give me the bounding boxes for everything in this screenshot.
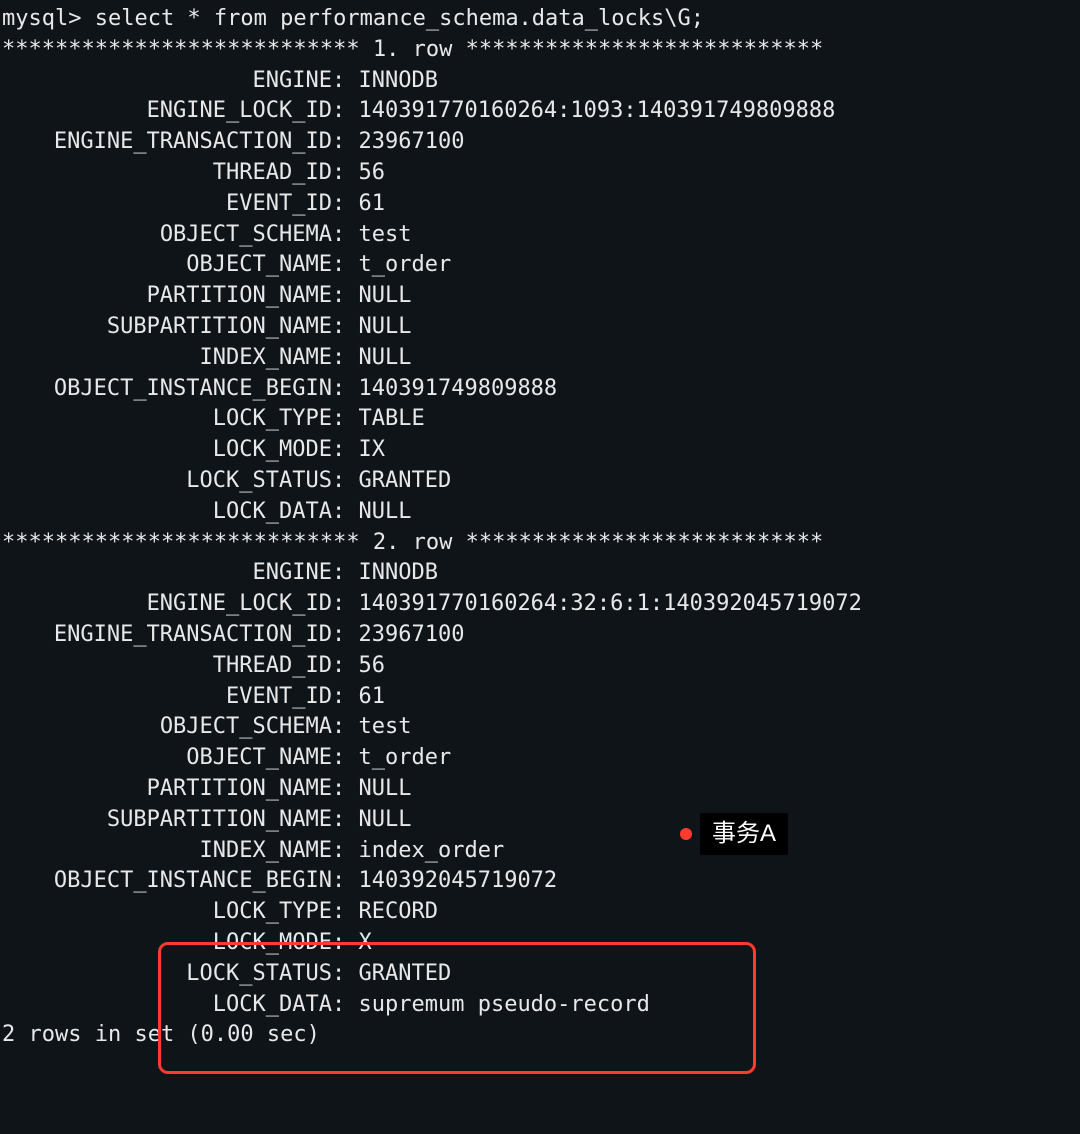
field-label: LOCK_STATUS: [2, 959, 332, 990]
field-label: OBJECT_NAME: [2, 743, 332, 774]
field-value: 140392045719072: [359, 868, 558, 893]
field-label: ENGINE_LOCK_ID: [2, 96, 332, 127]
field-label: LOCK_DATA: [2, 497, 332, 528]
table-row: ENGINE: INNODB: [2, 66, 1078, 97]
table-row: EVENT_ID: 61: [2, 189, 1078, 220]
field-value: GRANTED: [359, 468, 452, 493]
field-value: 140391749809888: [359, 376, 558, 401]
table-row: LOCK_TYPE: TABLE: [2, 404, 1078, 435]
field-label: SUBPARTITION_NAME: [2, 312, 332, 343]
field-label: INDEX_NAME: [2, 343, 332, 374]
row-separator-1: *************************** 1. row *****…: [2, 35, 1078, 66]
table-row: LOCK_DATA: NULL: [2, 497, 1078, 528]
table-row: OBJECT_SCHEMA: test: [2, 712, 1078, 743]
field-value: t_order: [359, 745, 452, 770]
field-value: 23967100: [359, 129, 465, 154]
field-value: NULL: [359, 283, 412, 308]
table-row: SUBPARTITION_NAME: NULL: [2, 805, 1078, 836]
field-value: 23967100: [359, 622, 465, 647]
field-value: NULL: [359, 776, 412, 801]
field-value: RECORD: [359, 899, 438, 924]
field-label: LOCK_TYPE: [2, 897, 332, 928]
field-label: OBJECT_NAME: [2, 250, 332, 281]
field-label: LOCK_DATA: [2, 990, 332, 1021]
field-label: OBJECT_INSTANCE_BEGIN: [2, 374, 332, 405]
field-value: index_order: [359, 838, 505, 863]
annotation-label: 事务A: [700, 813, 788, 855]
table-row: INDEX_NAME: index_order: [2, 836, 1078, 867]
field-label: ENGINE: [2, 66, 332, 97]
table-row: LOCK_TYPE: RECORD: [2, 897, 1078, 928]
table-row: OBJECT_NAME: t_order: [2, 250, 1078, 281]
table-row: LOCK_MODE: X: [2, 928, 1078, 959]
field-label: EVENT_ID: [2, 189, 332, 220]
field-label: INDEX_NAME: [2, 836, 332, 867]
field-value: X: [359, 930, 372, 955]
field-value: INNODB: [359, 68, 438, 93]
field-value: IX: [359, 437, 386, 462]
field-value: NULL: [359, 499, 412, 524]
field-value: 56: [359, 160, 386, 185]
table-row: OBJECT_SCHEMA: test: [2, 220, 1078, 251]
result-summary: 2 rows in set (0.00 sec): [2, 1020, 1078, 1051]
table-row: PARTITION_NAME: NULL: [2, 281, 1078, 312]
field-label: ENGINE: [2, 558, 332, 589]
table-row: OBJECT_NAME: t_order: [2, 743, 1078, 774]
table-row: THREAD_ID: 56: [2, 651, 1078, 682]
field-label: LOCK_MODE: [2, 435, 332, 466]
table-row: PARTITION_NAME: NULL: [2, 774, 1078, 805]
field-label: LOCK_TYPE: [2, 404, 332, 435]
field-value: 140391770160264:32:6:1:140392045719072: [359, 591, 862, 616]
field-value: TABLE: [359, 406, 425, 431]
table-row: LOCK_STATUS: GRANTED: [2, 466, 1078, 497]
table-row: ENGINE_TRANSACTION_ID: 23967100: [2, 620, 1078, 651]
table-row: EVENT_ID: 61: [2, 682, 1078, 713]
field-label: OBJECT_SCHEMA: [2, 220, 332, 251]
field-value: 140391770160264:1093:140391749809888: [359, 98, 836, 123]
table-row: THREAD_ID: 56: [2, 158, 1078, 189]
field-label: OBJECT_INSTANCE_BEGIN: [2, 866, 332, 897]
field-label: ENGINE_TRANSACTION_ID: [2, 620, 332, 651]
field-value: supremum pseudo-record: [359, 992, 650, 1017]
field-label: LOCK_MODE: [2, 928, 332, 959]
field-value: GRANTED: [359, 961, 452, 986]
field-value: test: [359, 714, 412, 739]
table-row: ENGINE_LOCK_ID: 140391770160264:32:6:1:1…: [2, 589, 1078, 620]
field-label: PARTITION_NAME: [2, 281, 332, 312]
row-separator-2: *************************** 2. row *****…: [2, 528, 1078, 559]
mysql-prompt: mysql> select * from performance_schema.…: [2, 4, 1078, 35]
table-row: ENGINE_TRANSACTION_ID: 23967100: [2, 127, 1078, 158]
field-value: t_order: [359, 252, 452, 277]
field-value: 61: [359, 191, 386, 216]
table-row: LOCK_STATUS: GRANTED: [2, 959, 1078, 990]
field-label: LOCK_STATUS: [2, 466, 332, 497]
field-value: NULL: [359, 314, 412, 339]
table-row: ENGINE_LOCK_ID: 140391770160264:1093:140…: [2, 96, 1078, 127]
table-row: LOCK_DATA: supremum pseudo-record: [2, 990, 1078, 1021]
table-row: INDEX_NAME: NULL: [2, 343, 1078, 374]
field-value: test: [359, 222, 412, 247]
field-value: NULL: [359, 807, 412, 832]
field-value: INNODB: [359, 560, 438, 585]
field-label: PARTITION_NAME: [2, 774, 332, 805]
table-row: LOCK_MODE: IX: [2, 435, 1078, 466]
field-label: SUBPARTITION_NAME: [2, 805, 332, 836]
table-row: OBJECT_INSTANCE_BEGIN: 140392045719072: [2, 866, 1078, 897]
annotation-dot-icon: [680, 828, 692, 840]
field-label: THREAD_ID: [2, 158, 332, 189]
field-label: ENGINE_TRANSACTION_ID: [2, 127, 332, 158]
annotation: 事务A: [680, 813, 788, 855]
field-label: THREAD_ID: [2, 651, 332, 682]
field-value: 56: [359, 653, 386, 678]
table-row: OBJECT_INSTANCE_BEGIN: 140391749809888: [2, 374, 1078, 405]
table-row: ENGINE: INNODB: [2, 558, 1078, 589]
field-label: EVENT_ID: [2, 682, 332, 713]
table-row: SUBPARTITION_NAME: NULL: [2, 312, 1078, 343]
field-value: 61: [359, 684, 386, 709]
field-label: OBJECT_SCHEMA: [2, 712, 332, 743]
field-value: NULL: [359, 345, 412, 370]
field-label: ENGINE_LOCK_ID: [2, 589, 332, 620]
